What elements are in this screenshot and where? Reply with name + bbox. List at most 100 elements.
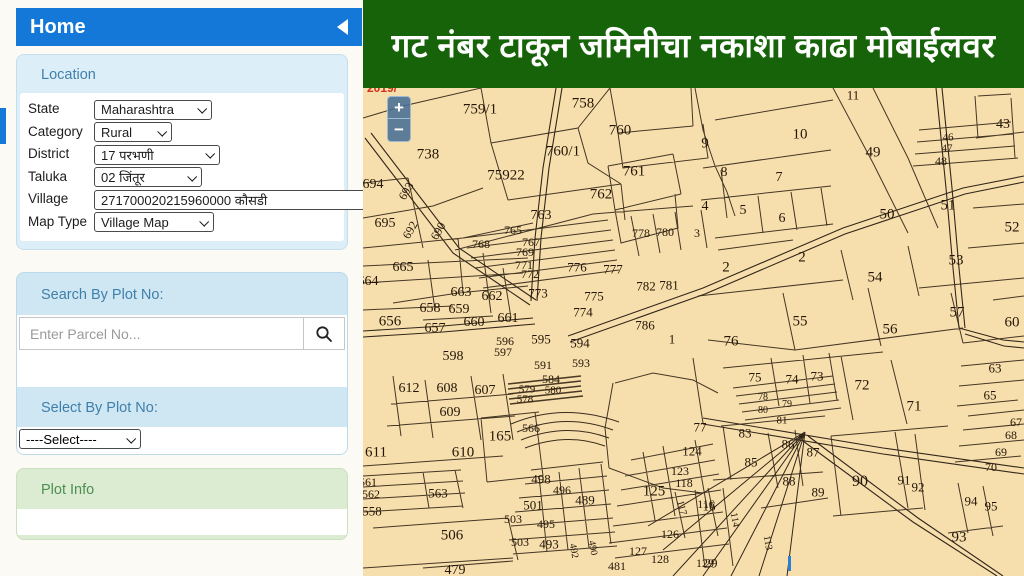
search-button[interactable] — [303, 318, 344, 349]
zoom-in-button[interactable]: + — [387, 96, 411, 119]
plot-label: 92 — [912, 481, 925, 494]
plot-label: 765 — [504, 224, 522, 236]
plot-label: 503 — [511, 536, 529, 548]
home-header[interactable]: Home — [16, 8, 362, 46]
category-select[interactable]: Rural — [94, 122, 172, 142]
plot-label: 90 — [852, 474, 868, 490]
plot-label: 661 — [498, 312, 519, 326]
plot-label: 777 — [603, 263, 623, 276]
plot-label: 1 — [669, 333, 676, 346]
map-type-select[interactable]: Village Map — [94, 212, 214, 232]
location-panel: Location State Maharashtra CategoryRural Di… — [16, 54, 348, 250]
district-label: District — [28, 147, 94, 161]
plot-label: 660 — [464, 316, 485, 330]
plot-label: 80 — [758, 406, 768, 416]
plot-label: 609 — [440, 406, 461, 420]
plot-label: 50 — [880, 208, 895, 223]
plot-label: 495 — [537, 518, 555, 530]
plot-label: 68 — [1005, 429, 1017, 441]
chevron-down-icon — [205, 149, 215, 159]
plot-label: 558 — [363, 505, 382, 518]
home-title: Home — [30, 16, 86, 39]
chevron-down-icon — [157, 126, 167, 136]
plot-label: 7 — [776, 171, 783, 185]
category-row: CategoryRural — [28, 122, 344, 142]
plot-label: 79 — [782, 400, 792, 410]
plot-info-header: Plot Info — [17, 469, 347, 509]
plot-label: 775 — [584, 290, 604, 303]
plot-label: 43 — [996, 118, 1010, 132]
plot-label: 776 — [567, 261, 587, 274]
plot-label: 125 — [643, 485, 666, 500]
plot-label: 772 — [521, 268, 539, 280]
plot-label: 663 — [451, 286, 472, 300]
search-input-band — [17, 315, 347, 387]
plot-label: 773 — [528, 287, 548, 300]
plot-label: 63 — [989, 362, 1002, 375]
plot-label: 595 — [531, 333, 551, 346]
plot-label: 778 — [632, 227, 650, 239]
zoom-out-button[interactable]: − — [387, 119, 411, 142]
map-type-value: Village Map — [101, 215, 169, 230]
plot-label: 786 — [635, 319, 655, 332]
taluka-value: 02 जिंतूर — [101, 168, 145, 186]
plot-label: 496 — [553, 484, 571, 496]
village-select[interactable]: 271700020215960000 कौसडी — [94, 190, 368, 210]
plot-label: 566 — [522, 422, 540, 434]
chevron-down-icon — [187, 171, 197, 181]
plot-select[interactable]: ----Select---- — [19, 429, 141, 449]
plot-label: 2 — [722, 261, 730, 276]
plot-label: 128 — [651, 553, 669, 565]
plot-label: 503 — [504, 513, 522, 525]
plot-label: 127 — [629, 545, 647, 557]
village-label: Village — [28, 192, 94, 206]
state-value: Maharashtra — [101, 102, 174, 117]
plot-label: 490 — [586, 540, 598, 557]
plot-label: 6 — [779, 212, 786, 226]
plot-label: 611 — [365, 446, 387, 461]
search-panel: Search By Plot No: Select By Plot No: — [16, 272, 348, 455]
zoom-control: + − — [387, 96, 411, 142]
plot-label: 85 — [745, 456, 758, 469]
plot-info-body — [17, 509, 347, 535]
plot-label: 608 — [437, 382, 458, 396]
chevron-down-icon — [197, 104, 207, 114]
plot-label: 759/1 — [463, 103, 497, 118]
search-icon — [315, 325, 333, 343]
plot-label: 86 — [782, 438, 795, 451]
plot-label: 758 — [572, 97, 595, 112]
sidebar-collapse-icon[interactable] — [337, 19, 348, 35]
plot-label: 52 — [1005, 221, 1020, 236]
plot-label: 762 — [590, 188, 613, 203]
state-row: State Maharashtra — [28, 100, 344, 120]
category-value: Rural — [101, 125, 132, 140]
plot-label: 78 — [758, 393, 768, 403]
plot-label: 118 — [675, 477, 693, 489]
location-header: Location — [17, 55, 347, 93]
plot-label: 53 — [949, 254, 964, 269]
taluka-row: Taluka02 जिंतूर — [28, 167, 344, 187]
parcel-input[interactable] — [20, 318, 303, 349]
chevron-down-icon — [199, 216, 209, 226]
plot-label: 93 — [952, 531, 967, 546]
plot-label: 124 — [682, 445, 702, 458]
plot-label: 782 — [636, 280, 656, 293]
plot-label: 54 — [868, 271, 883, 286]
plot-label: 506 — [441, 529, 464, 544]
state-label: State — [28, 102, 94, 116]
plot-label: 9 — [701, 137, 709, 152]
plot-label: 612 — [399, 382, 420, 396]
map-canvas[interactable]: 759/1758760760/1738759227617627637657677… — [363, 88, 1024, 576]
plot-label: 5 — [740, 204, 747, 218]
plot-label: 694 — [363, 178, 384, 192]
plot-label: 580 — [545, 386, 562, 397]
state-select[interactable]: Maharashtra — [94, 100, 212, 120]
plot-label: 695 — [375, 217, 396, 231]
plot-label: 67 — [1010, 416, 1022, 428]
taluka-select[interactable]: 02 जिंतूर — [94, 167, 202, 187]
plot-label: 51 — [941, 199, 956, 214]
plot-label: 594 — [570, 337, 590, 350]
plot-label: 56 — [883, 323, 898, 338]
plot-label: 49 — [866, 146, 881, 161]
district-select[interactable]: 17 परभणी — [94, 145, 220, 165]
